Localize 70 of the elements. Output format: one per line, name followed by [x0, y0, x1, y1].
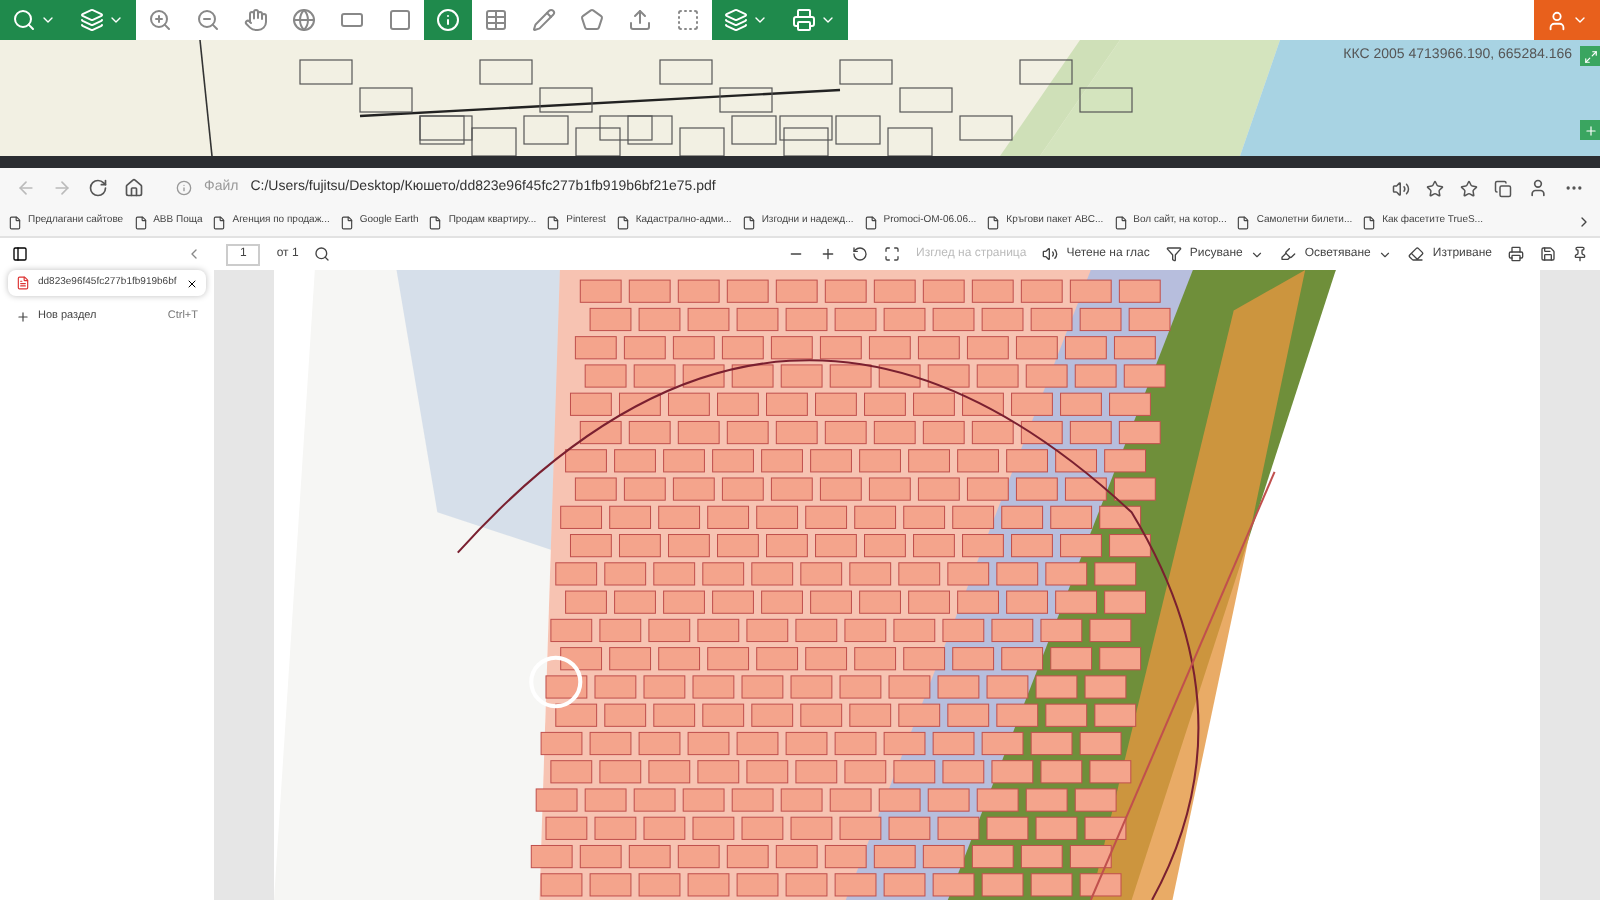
- page-icon: [615, 215, 630, 229]
- chevron-right-icon[interactable]: [1576, 214, 1592, 230]
- page-icon: [428, 215, 443, 229]
- map-tool-button[interactable]: [0, 0, 68, 40]
- star-icon[interactable]: [1426, 179, 1444, 197]
- save-icon[interactable]: [1540, 246, 1556, 262]
- caret-icon: [40, 12, 56, 28]
- plus-icon: [16, 309, 30, 323]
- caret-icon: [1378, 247, 1393, 261]
- printer-icon: [792, 8, 816, 32]
- table-icon: [484, 8, 508, 32]
- search-icon[interactable]: [314, 246, 331, 262]
- page-icon: [212, 215, 227, 229]
- page-icon: [546, 215, 561, 229]
- eraser-icon: [1408, 246, 1425, 262]
- map-tool-button[interactable]: [424, 0, 472, 40]
- caret-icon: [1572, 12, 1588, 28]
- fullscreen-button[interactable]: [1580, 46, 1600, 66]
- info-icon: [176, 180, 192, 196]
- square-icon: [388, 8, 412, 32]
- caret-icon: [820, 12, 836, 28]
- page-icon: [133, 215, 148, 229]
- layers-icon: [724, 8, 748, 32]
- hand-icon: [244, 8, 268, 32]
- page-icon: [986, 215, 1001, 229]
- expand-icon: [1583, 49, 1597, 63]
- plus-icon[interactable]: [820, 246, 837, 262]
- panel-icon[interactable]: [12, 246, 28, 262]
- caret-icon: [1250, 247, 1265, 261]
- plus-icon: [1583, 123, 1597, 137]
- rotate-icon[interactable]: [852, 246, 869, 262]
- page-icon: [1362, 215, 1377, 229]
- refresh-icon[interactable]: [88, 178, 108, 198]
- page-icon: [339, 215, 354, 229]
- page-icon: [863, 215, 878, 229]
- speaker-icon[interactable]: [1392, 179, 1410, 197]
- polygon-icon: [580, 8, 604, 32]
- page-icon: [1236, 215, 1251, 229]
- pin-icon[interactable]: [1572, 246, 1588, 262]
- map-tool-button[interactable]: [780, 0, 848, 40]
- dashed-square-icon: [676, 8, 700, 32]
- page-icon: [8, 215, 22, 229]
- info-icon: [436, 8, 460, 32]
- upload-icon: [628, 8, 652, 32]
- rectangle-icon: [340, 8, 364, 32]
- layers-icon: [80, 8, 104, 32]
- pencil-icon: [532, 8, 556, 32]
- fit-page-icon[interactable]: [884, 246, 901, 262]
- search-icon: [12, 8, 36, 32]
- speaker-icon: [1042, 246, 1059, 262]
- globe-icon: [292, 8, 316, 32]
- highlighter-icon: [1280, 246, 1297, 262]
- profile-icon[interactable]: [1528, 178, 1548, 198]
- user-menu-button[interactable]: [1534, 0, 1600, 40]
- collections-icon[interactable]: [1494, 179, 1512, 197]
- home-icon[interactable]: [124, 178, 144, 198]
- zoom-in-icon: [148, 8, 172, 32]
- caret-icon: [752, 12, 768, 28]
- map-tool-button[interactable]: [712, 0, 780, 40]
- page-icon: [1113, 215, 1128, 229]
- user-icon: [1546, 9, 1568, 31]
- printer-icon[interactable]: [1508, 246, 1524, 262]
- map-tool-button[interactable]: [68, 0, 136, 40]
- close-icon[interactable]: [186, 277, 198, 289]
- caret-icon: [108, 12, 124, 28]
- star-icon[interactable]: [1460, 179, 1478, 197]
- chevron-left-icon[interactable]: [186, 246, 202, 262]
- pdf-icon: [16, 276, 30, 290]
- page-icon: [741, 215, 756, 229]
- zoom-out-icon: [196, 8, 220, 32]
